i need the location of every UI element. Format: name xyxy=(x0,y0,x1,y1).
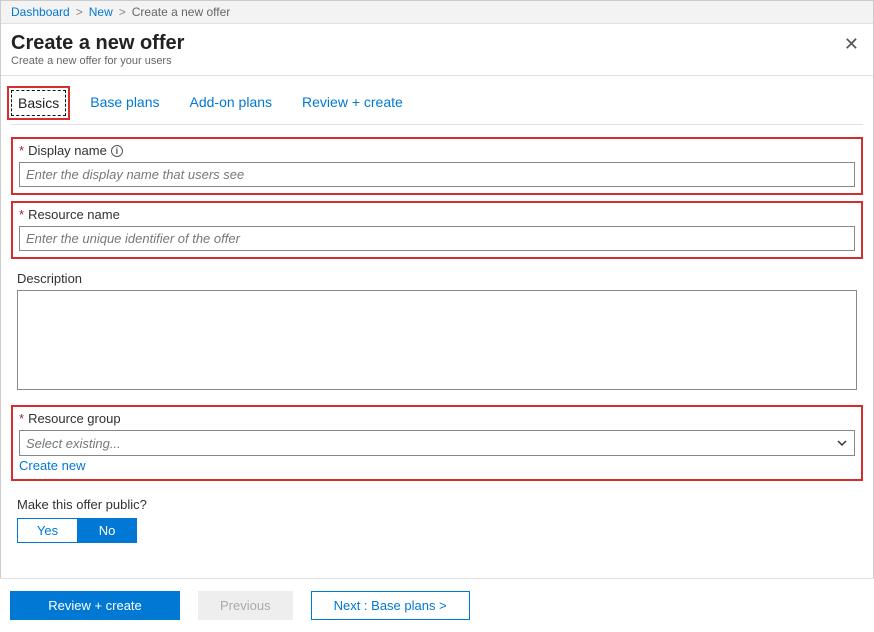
required-asterisk: * xyxy=(19,143,24,158)
tab-base-plans[interactable]: Base plans xyxy=(84,90,165,116)
required-asterisk: * xyxy=(19,411,24,426)
description-field-group: Description xyxy=(11,267,863,399)
review-create-button[interactable]: Review + create xyxy=(10,591,180,620)
public-yes-button[interactable]: Yes xyxy=(17,518,77,543)
description-label: Description xyxy=(17,271,857,286)
resource-group-label-text: Resource group xyxy=(28,411,121,426)
display-name-label: * Display name i xyxy=(19,143,855,158)
resource-group-field-group: * Resource group Select existing... Crea… xyxy=(11,405,863,481)
breadcrumb-new[interactable]: New xyxy=(89,5,113,19)
resource-group-label: * Resource group xyxy=(19,411,855,426)
breadcrumb: Dashboard > New > Create a new offer xyxy=(1,1,873,24)
make-public-label: Make this offer public? xyxy=(17,497,857,512)
public-no-button[interactable]: No xyxy=(77,518,137,543)
make-public-group: Make this offer public? Yes No xyxy=(11,497,863,543)
display-name-field-group: * Display name i xyxy=(11,137,863,195)
description-input[interactable] xyxy=(17,290,857,390)
chevron-down-icon xyxy=(836,437,848,449)
tab-bar: Basics Base plans Add-on plans Review + … xyxy=(1,76,873,124)
close-icon[interactable]: ✕ xyxy=(844,34,859,55)
resource-name-field-group: * Resource name xyxy=(11,201,863,259)
tab-addon-plans[interactable]: Add-on plans xyxy=(184,90,279,116)
resource-group-select[interactable]: Select existing... xyxy=(19,430,855,456)
display-name-input[interactable] xyxy=(19,162,855,187)
page-title: Create a new offer xyxy=(11,32,863,55)
public-toggle: Yes No xyxy=(17,518,857,543)
breadcrumb-separator: > xyxy=(76,5,83,19)
breadcrumb-dashboard[interactable]: Dashboard xyxy=(11,5,70,19)
resource-name-label-text: Resource name xyxy=(28,207,120,222)
breadcrumb-separator: > xyxy=(119,5,126,19)
resource-name-label: * Resource name xyxy=(19,207,855,222)
tab-basics[interactable]: Basics xyxy=(11,90,66,116)
form-area: * Display name i * Resource name Descrip… xyxy=(1,125,873,549)
description-label-text: Description xyxy=(17,271,82,286)
next-button[interactable]: Next : Base plans > xyxy=(311,591,470,620)
breadcrumb-current: Create a new offer xyxy=(132,5,231,19)
page-subtitle: Create a new offer for your users xyxy=(11,55,863,67)
resource-name-input[interactable] xyxy=(19,226,855,251)
page-header: Create a new offer Create a new offer fo… xyxy=(1,24,873,69)
tab-review-create[interactable]: Review + create xyxy=(296,90,409,116)
create-new-link[interactable]: Create new xyxy=(19,458,85,473)
resource-group-placeholder: Select existing... xyxy=(26,436,121,451)
required-asterisk: * xyxy=(19,207,24,222)
display-name-label-text: Display name xyxy=(28,143,107,158)
info-icon[interactable]: i xyxy=(111,145,123,157)
footer-bar: Review + create Previous Next : Base pla… xyxy=(0,578,874,632)
previous-button: Previous xyxy=(198,591,293,620)
